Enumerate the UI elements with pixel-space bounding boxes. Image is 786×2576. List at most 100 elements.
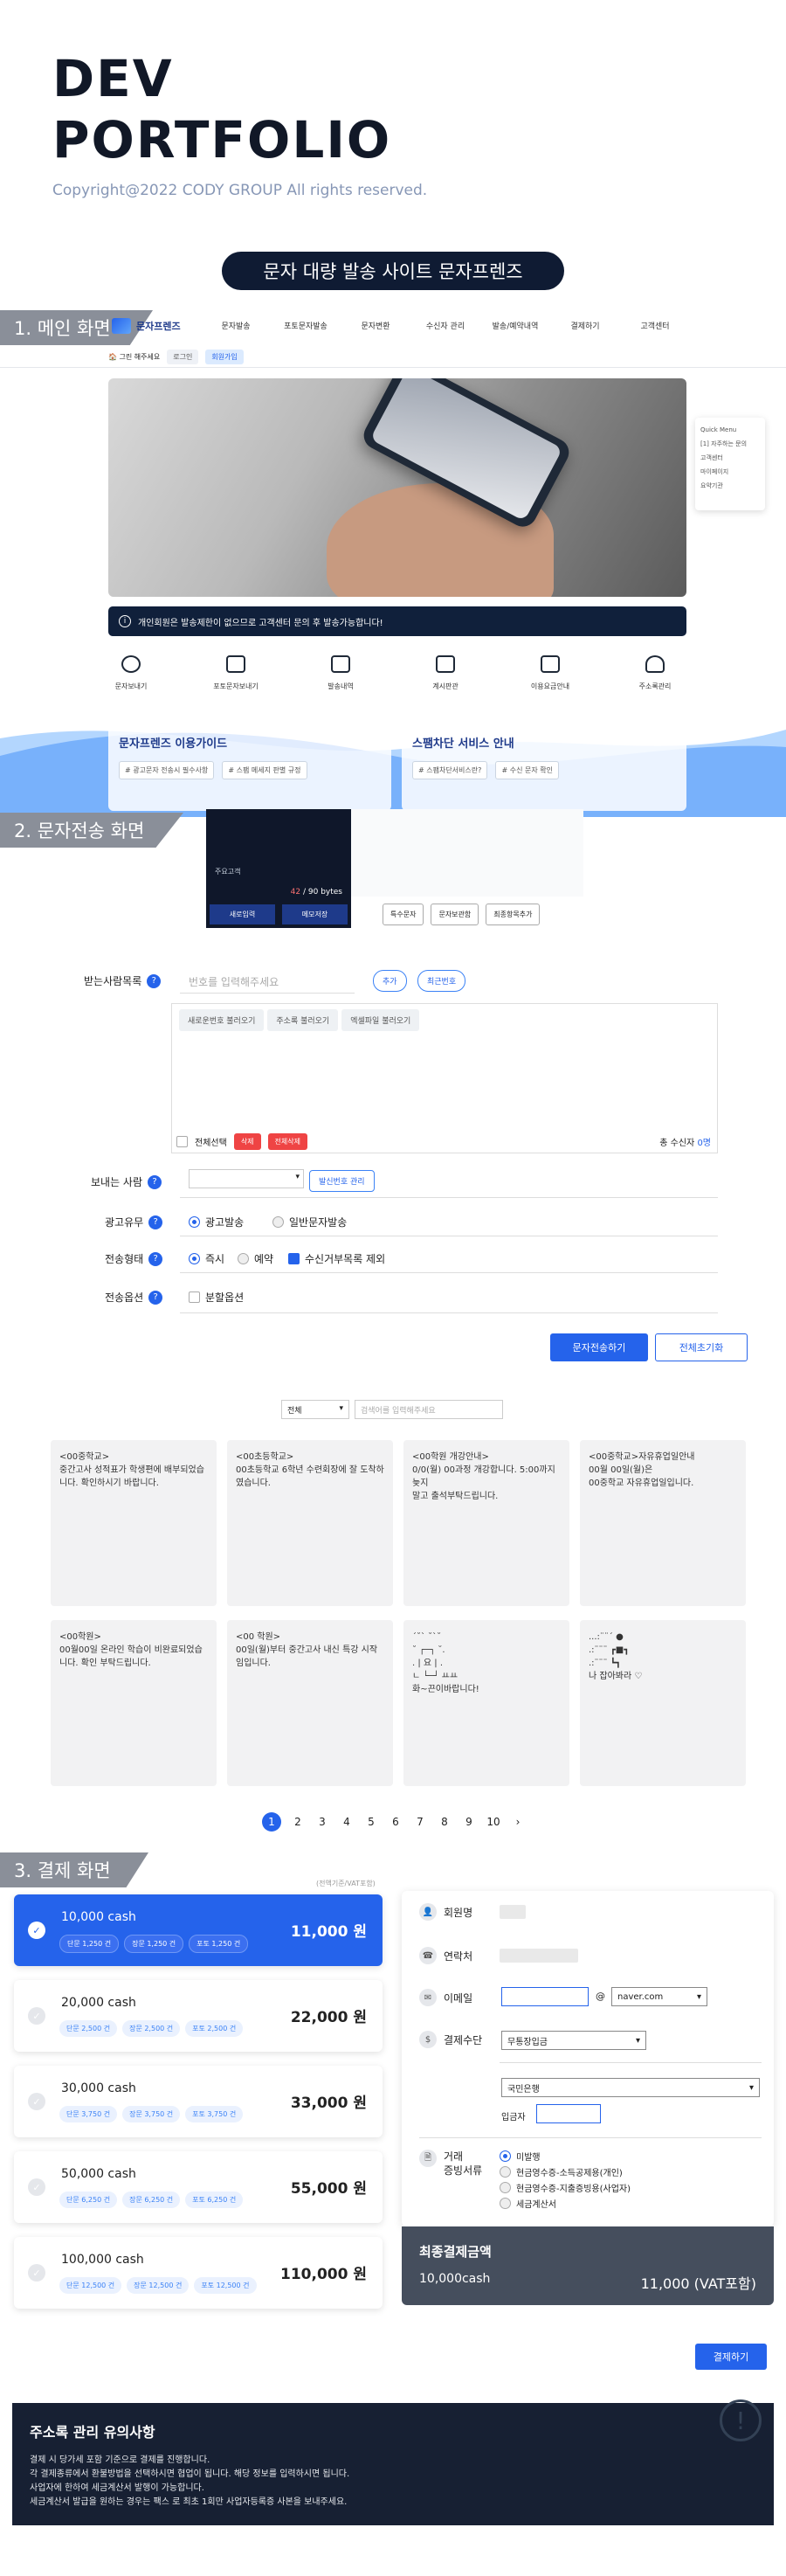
- delete-button[interactable]: 삭제: [233, 1132, 261, 1150]
- recent-number-button[interactable]: 최근번호: [417, 970, 466, 992]
- cash-plan-card[interactable]: ✓ 30,000 cash 33,000 원 단문 3,750 건 장문 3,75…: [14, 2066, 383, 2137]
- signup-link[interactable]: 회원가입: [205, 350, 244, 364]
- receipt-option-personal[interactable]: 현금영수증-소득공제용(개인): [500, 2165, 623, 2178]
- recipient-total: 총 수신자 0명: [659, 1138, 711, 1148]
- send-sms-button[interactable]: 문자전송하기: [550, 1333, 648, 1361]
- template-card[interactable]: <00학원 개강안내> 0/0(월) 00과정 개강합니다. 5:00까지 늦지…: [403, 1440, 569, 1606]
- icon-address[interactable]: 주소록관리: [611, 655, 699, 691]
- icon-history[interactable]: 발송내역: [297, 655, 384, 691]
- quick-menu-item[interactable]: 마이페이지: [700, 465, 760, 479]
- quick-menu-item[interactable]: [1] 자주하는 문의: [700, 437, 760, 451]
- nav-item[interactable]: 문자변환: [341, 320, 410, 331]
- email-id-input[interactable]: [501, 1987, 589, 2006]
- ad-option-yes[interactable]: 광고발송: [189, 1215, 244, 1229]
- add-item-button[interactable]: 최종항목추가: [486, 904, 541, 925]
- cash-plan-card[interactable]: ✓ 10,000 cash 11,000 원 단문 1,250 건 장문 1,25…: [14, 1894, 383, 1966]
- service-icons: 문자보내기 포토문자보내기 발송내역 계시판관 이용요금안내 주소록관리: [87, 655, 699, 691]
- email-domain-select[interactable]: naver.com ▾: [611, 1987, 707, 2006]
- help-icon: ?: [148, 1215, 163, 1229]
- cash-plan-card[interactable]: ✓ 20,000 cash 22,000 원 단문 2,500 건 장문 2,50…: [14, 1980, 383, 2052]
- delete-all-button[interactable]: 전체삭제: [267, 1132, 307, 1150]
- send-reserve-radio[interactable]: 예약: [238, 1251, 273, 1266]
- icon-board[interactable]: 계시판관: [402, 655, 489, 691]
- nav-item[interactable]: 문자발송: [201, 320, 271, 331]
- icon-send-sms[interactable]: 문자보내기: [87, 655, 175, 691]
- page-link[interactable]: 9: [461, 1816, 477, 1828]
- depositor-input[interactable]: [536, 2104, 601, 2123]
- cash-plan-card[interactable]: ✓ 100,000 cash 110,000 원 단문 12,500 건 장문 1…: [14, 2237, 383, 2309]
- load-excel-tab[interactable]: 엑셀파일 불러오기: [341, 1009, 420, 1031]
- guide-tag[interactable]: # 스팸 메세지 판별 규정: [222, 761, 307, 779]
- hero-image: [108, 378, 686, 597]
- plan-chip: 포토 6,250 건: [185, 2192, 244, 2208]
- template-card[interactable]: <00중학교> 중간고사 성적표가 학생편에 배부되었습니다. 확인하시기 바랍…: [51, 1440, 217, 1606]
- special-char-button[interactable]: 특수문자: [383, 904, 424, 925]
- page-link[interactable]: 6: [388, 1816, 403, 1828]
- login-link[interactable]: 로그인: [167, 350, 199, 364]
- ad-option-no[interactable]: 일반문자발송: [272, 1215, 347, 1229]
- template-card[interactable]: ´˘` ˘`˘ ˘ ┌─┐ ˘. . | 요 | . ㄴ └─┘ ㅛㅛ 화~끈이…: [403, 1620, 569, 1786]
- page-link[interactable]: 7: [412, 1816, 428, 1828]
- plan-chip: 장문 3,750 건: [122, 2106, 181, 2122]
- template-card[interactable]: <00학원> 00월00일 온라인 학습이 비완료되었습니다. 확인 부탁드립니…: [51, 1620, 217, 1786]
- nav-item[interactable]: 발송/예약내역: [480, 320, 550, 331]
- send-now-radio[interactable]: 즉시: [189, 1251, 224, 1266]
- phone-input[interactable]: 번호를 입력해주세요: [189, 974, 279, 989]
- add-number-button[interactable]: 추가: [373, 970, 407, 992]
- spam-tag[interactable]: # 수신 문자 확인: [495, 761, 559, 779]
- select-all-checkbox[interactable]: [176, 1135, 188, 1147]
- plan-chip: 단문 12,500 건: [59, 2277, 122, 2294]
- template-card[interactable]: <00중학교>자유휴업일안내 00월 00일(월)은 00중학교 자유휴업일입니…: [580, 1440, 746, 1606]
- quick-menu-item[interactable]: 요약기관: [700, 479, 760, 493]
- cash-plan-card[interactable]: ✓ 50,000 cash 55,000 원 단문 6,250 건 장문 6,25…: [14, 2151, 383, 2223]
- page-link[interactable]: 3: [314, 1816, 330, 1828]
- nav-item[interactable]: 결제하기: [550, 320, 620, 331]
- page-link[interactable]: 8: [437, 1816, 452, 1828]
- next-page-icon[interactable]: ›: [510, 1816, 526, 1828]
- guide-tag[interactable]: # 광고문자 전송시 필수사항: [119, 761, 215, 779]
- split-option-checkbox[interactable]: 분할옵션: [189, 1290, 244, 1305]
- sender-select[interactable]: ▾: [189, 1169, 304, 1188]
- mail-icon: ✉: [419, 1989, 437, 2006]
- spam-tag[interactable]: # 스팸차단서비스란?: [412, 761, 488, 779]
- chevron-down-icon: ▾: [339, 1404, 343, 1413]
- template-search-input[interactable]: 검색어를 입력해주세요: [355, 1400, 503, 1419]
- template-card[interactable]: <00초등학교> 00초등학교 6학년 수련회장에 잘 도착하였습니다.: [227, 1440, 393, 1606]
- bank-select[interactable]: 국민은행 ▾: [501, 2078, 760, 2097]
- receipt-option-none[interactable]: 미발행: [500, 2150, 541, 2163]
- template-card[interactable]: <00 학원> 00일(월)부터 중간고사 내신 특강 시작임입니다.: [227, 1620, 393, 1786]
- dollar-icon: $: [419, 2031, 437, 2048]
- icon-label: 주소록관리: [638, 682, 672, 690]
- category-select[interactable]: 전체 ▾: [281, 1400, 349, 1419]
- new-input-button[interactable]: 새로입력: [210, 904, 275, 924]
- load-address-tab[interactable]: 주소록 불러오기: [267, 1009, 339, 1031]
- icon-pricing[interactable]: 이용요금안내: [507, 655, 594, 691]
- plan-name: 30,000 cash: [61, 2081, 136, 2095]
- page-link[interactable]: 2: [290, 1816, 306, 1828]
- pay-button[interactable]: 결제하기: [695, 2344, 767, 2370]
- plan-chip: 포토 2,500 건: [185, 2020, 244, 2037]
- template-card[interactable]: ...:¨¨´ ● .:¨¨¨ ┏■┓ .:¨¨¨ ┗┓ 나 잡아봐라 ♡: [580, 1620, 746, 1786]
- message-area[interactable]: [351, 809, 583, 897]
- sender-manage-button[interactable]: 발신번호 관리: [309, 1170, 375, 1192]
- plan-chip: 단문 1,250 건: [59, 1935, 120, 1953]
- icon-send-photo[interactable]: 포토문자보내기: [192, 655, 279, 691]
- page-link-current[interactable]: 1: [262, 1812, 281, 1832]
- exclude-reject-checkbox[interactable]: 수신거부목록 제외: [288, 1251, 385, 1266]
- page-link[interactable]: 10: [486, 1816, 501, 1828]
- reset-button[interactable]: 전체초기화: [655, 1333, 748, 1361]
- receipt-option-business[interactable]: 현금영수증-지출증빙용(사업자): [500, 2181, 631, 2194]
- quick-menu-item[interactable]: 고객센터: [700, 451, 760, 465]
- nav-item[interactable]: 고객센터: [620, 320, 690, 331]
- image-icon: [226, 655, 245, 673]
- message-box-button[interactable]: 문자보관함: [431, 904, 479, 925]
- site-logo[interactable]: 문자프렌즈: [112, 318, 181, 334]
- nav-item[interactable]: 포토문자발송: [271, 320, 341, 331]
- save-memo-button[interactable]: 메모저장: [282, 904, 348, 924]
- load-new-tab[interactable]: 새로운번호 불러오기: [179, 1009, 265, 1031]
- receipt-option-tax[interactable]: 세금계산서: [500, 2197, 556, 2210]
- page-link[interactable]: 5: [363, 1816, 379, 1828]
- pay-method-select[interactable]: 무통장입금 ▾: [501, 2031, 646, 2050]
- nav-item[interactable]: 수신자 관리: [410, 320, 480, 331]
- page-link[interactable]: 4: [339, 1816, 355, 1828]
